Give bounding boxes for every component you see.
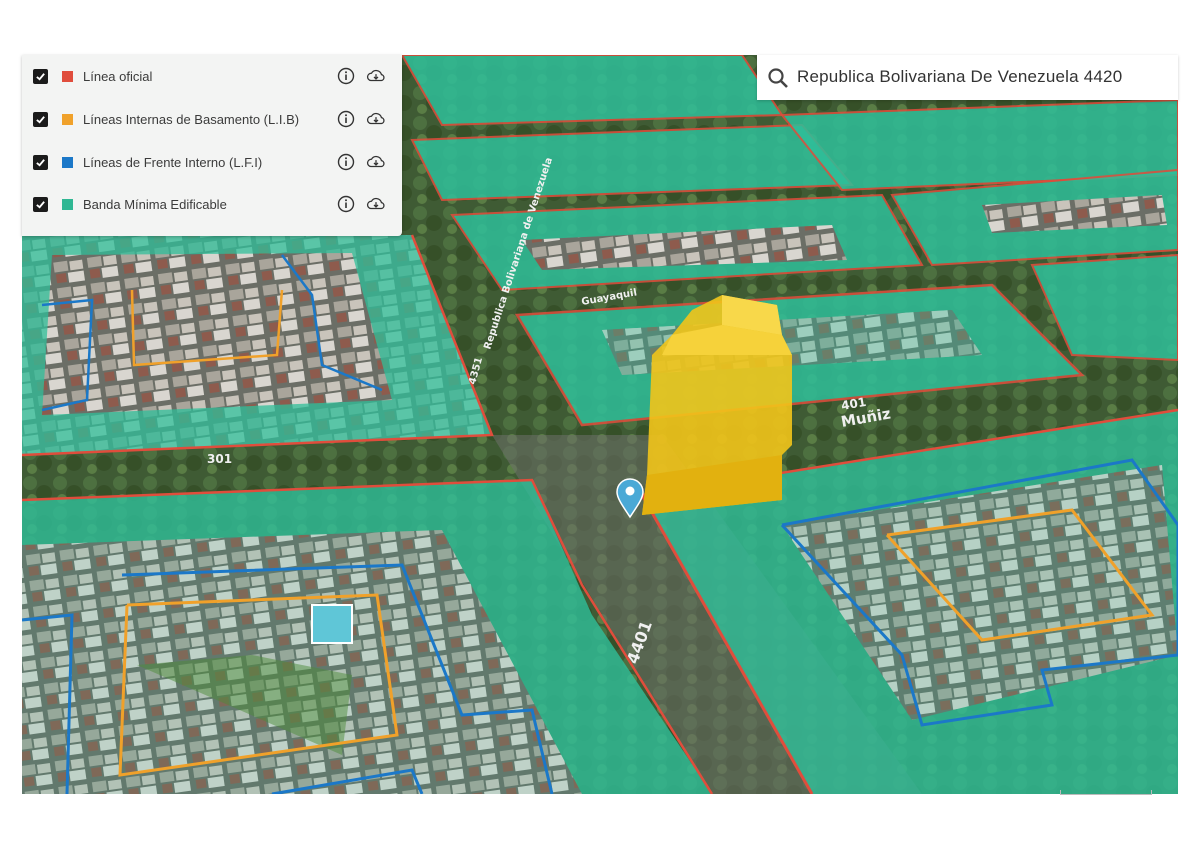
cloud-download-icon[interactable] <box>366 152 386 172</box>
legend-item-label: Banda Mínima Edificable <box>83 196 227 212</box>
legend-item-label: Líneas de Frente Interno (L.F.I) <box>83 154 263 170</box>
legend-item-label: Líneas Internas de Basamento (L.I.B) <box>83 111 300 127</box>
checkmark-icon <box>36 72 45 81</box>
search-icon[interactable] <box>767 67 789 89</box>
info-icon[interactable] <box>336 66 356 86</box>
legend-item-lfi[interactable]: Líneas de Frente Interno (L.F.I) <box>22 147 402 177</box>
search-input[interactable]: Republica Bolivariana De Venezuela 4420 <box>797 67 1122 87</box>
layer-checkbox[interactable] <box>33 154 48 170</box>
legend-item-banda-minima[interactable]: Banda Mínima Edificable <box>22 189 402 219</box>
layer-checkbox[interactable] <box>33 196 48 212</box>
info-icon[interactable] <box>336 109 356 129</box>
cloud-download-icon[interactable] <box>366 109 386 129</box>
layer-checkbox[interactable] <box>33 111 48 127</box>
legend-item-linea-oficial[interactable]: Línea oficial <box>22 61 402 91</box>
layers-legend: Línea oficial Líneas Internas de Basamen… <box>22 55 402 236</box>
address-search[interactable]: Republica Bolivariana De Venezuela 4420 <box>757 55 1178 100</box>
checkmark-icon <box>36 158 45 167</box>
info-icon[interactable] <box>336 194 356 214</box>
color-swatch <box>62 198 73 210</box>
cloud-download-icon[interactable] <box>366 194 386 214</box>
legend-item-label: Línea oficial <box>83 68 153 84</box>
color-swatch <box>62 156 73 168</box>
block-top-left <box>22 234 494 457</box>
info-icon[interactable] <box>336 152 356 172</box>
checkmark-icon <box>36 115 45 124</box>
street-label-301: 301 <box>207 452 232 466</box>
scale-bar <box>1060 790 1152 795</box>
color-swatch <box>62 70 73 82</box>
layer-checkbox[interactable] <box>33 68 48 84</box>
checkmark-icon <box>36 200 45 209</box>
color-swatch <box>62 113 73 125</box>
cloud-download-icon[interactable] <box>366 66 386 86</box>
legend-item-lib[interactable]: Líneas Internas de Basamento (L.I.B) <box>22 104 402 134</box>
